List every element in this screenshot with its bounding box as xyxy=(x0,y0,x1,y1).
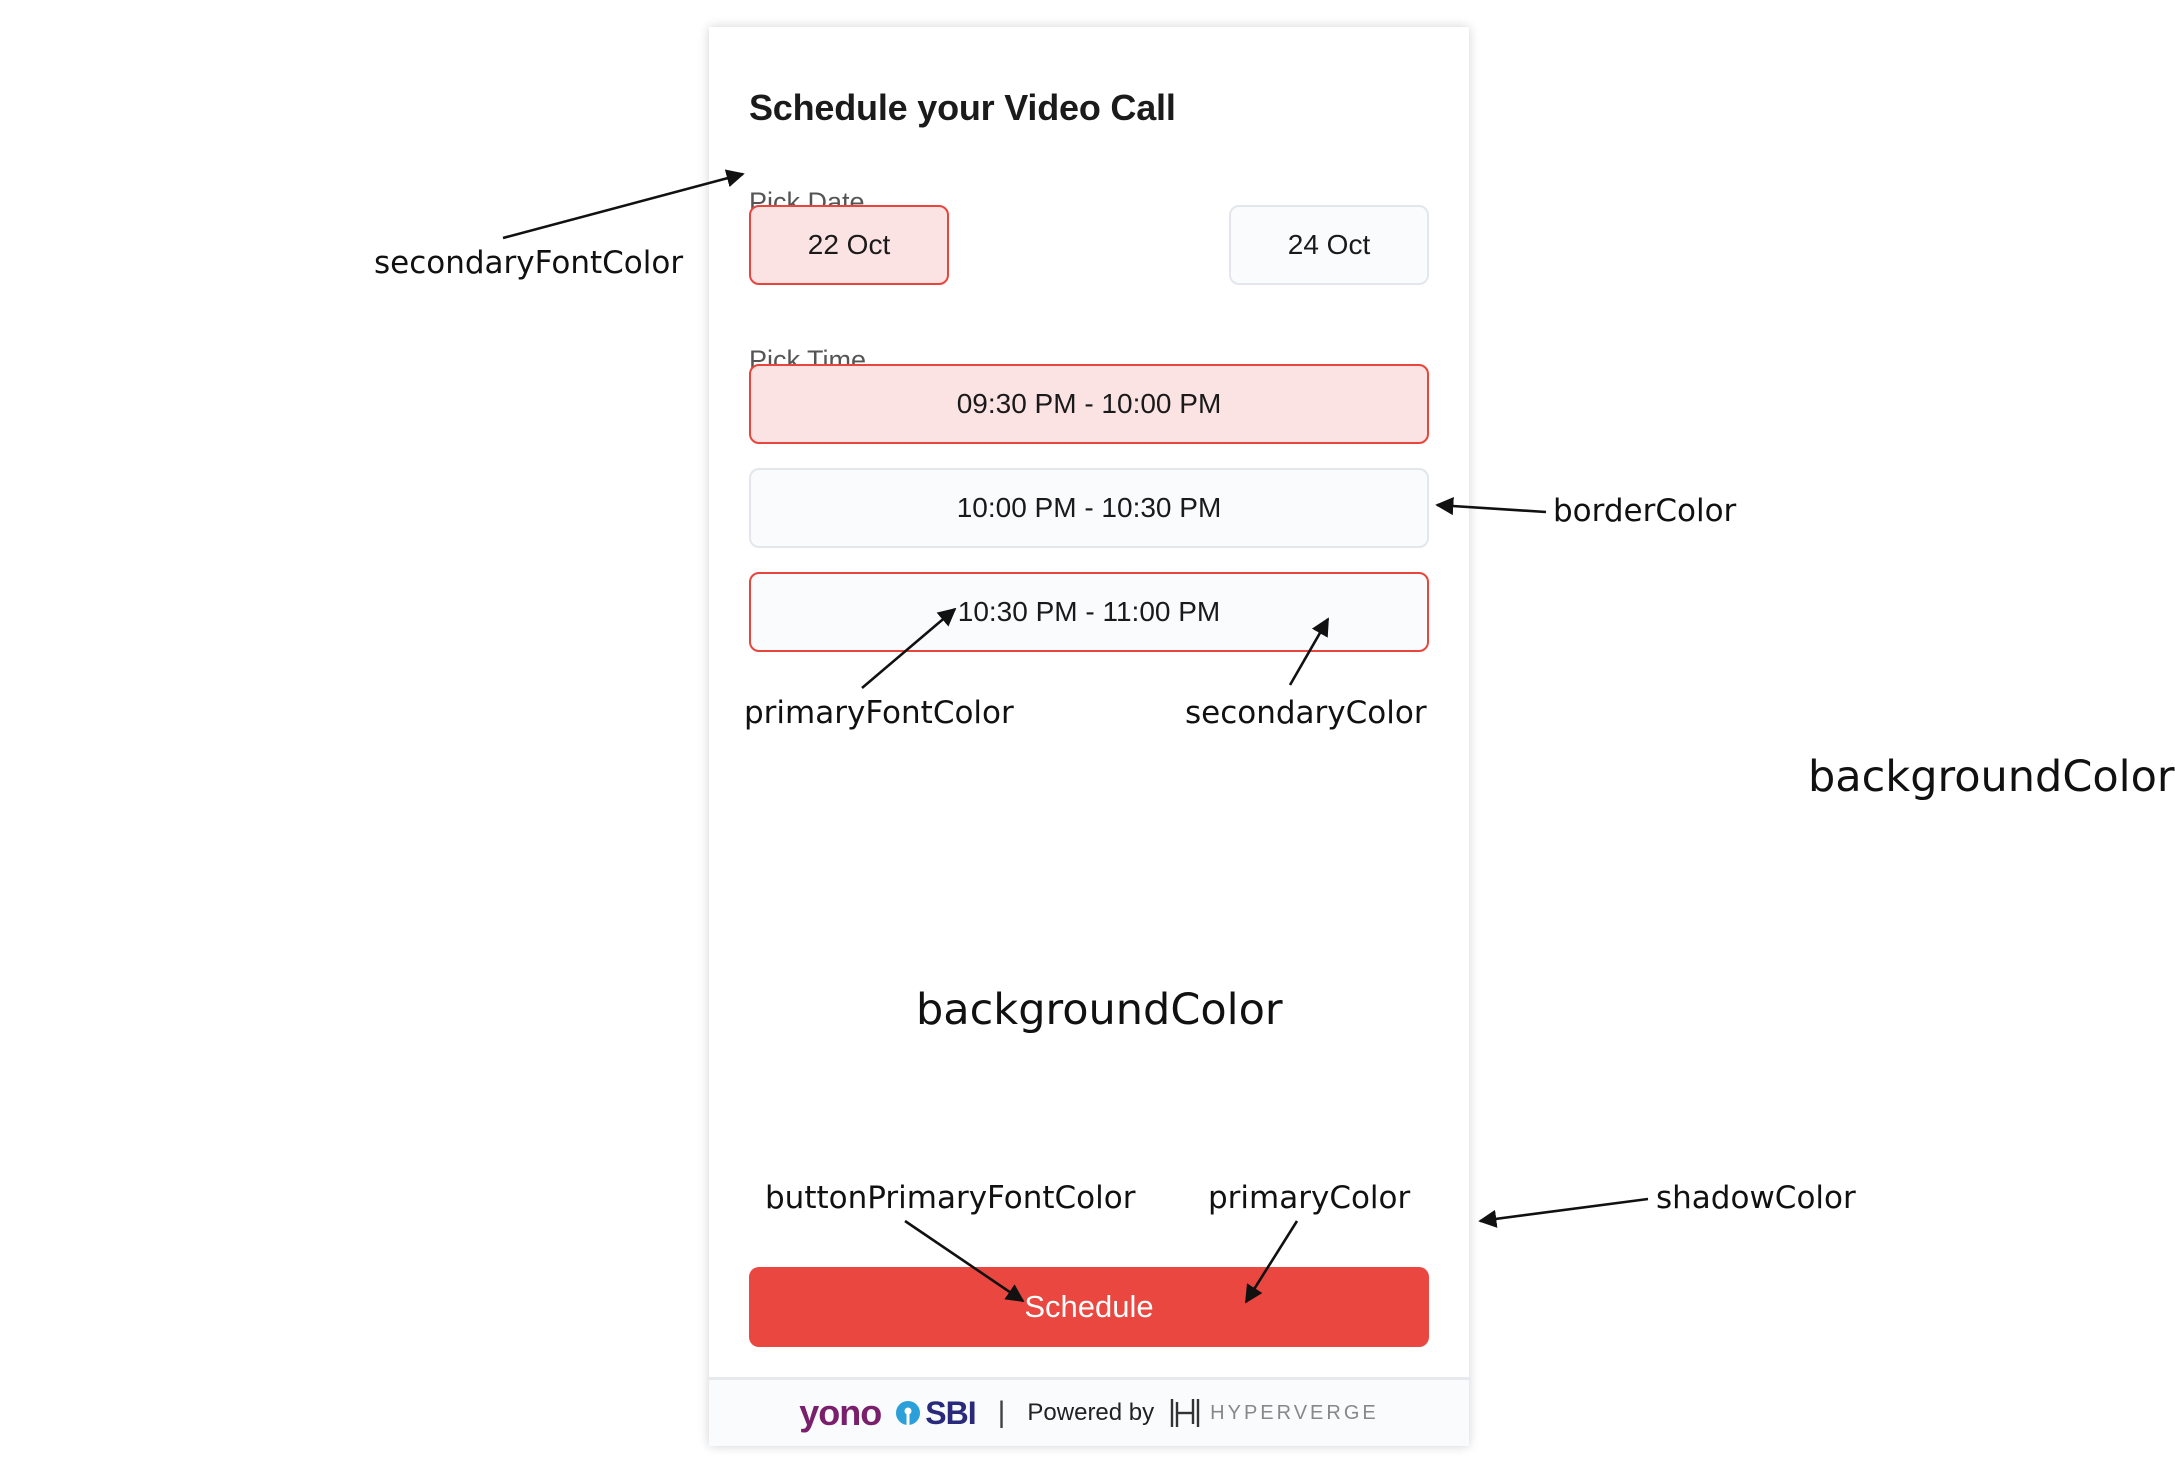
annotation-button-primary-font-color: buttonPrimaryFontColor xyxy=(765,1180,1136,1216)
annotation-secondary-color: secondaryColor xyxy=(1185,695,1427,731)
time-slot-1030[interactable]: 10:30 PM - 11:00 PM xyxy=(749,572,1429,652)
powered-by-text: Powered by xyxy=(1027,1399,1155,1426)
page-title: Schedule your Video Call xyxy=(749,87,1176,128)
sbi-keyhole-icon xyxy=(896,1401,921,1426)
date-chip-22-oct[interactable]: 22 Oct xyxy=(749,205,949,285)
arrow-secondary-font-color xyxy=(502,169,745,240)
schedule-card: Schedule your Video Call Pick Date 22 Oc… xyxy=(709,27,1469,1446)
footer: yono SBI | Powered by HYPERVERGE xyxy=(709,1377,1469,1446)
annotation-background-color-outside: backgroundColor xyxy=(1808,752,2175,802)
annotation-primary-color: primaryColor xyxy=(1208,1180,1411,1216)
annotation-secondary-font-color: secondaryFontColor xyxy=(374,245,684,281)
arrow-shadow-color xyxy=(1478,1197,1649,1228)
schedule-button[interactable]: Schedule xyxy=(749,1267,1429,1347)
annotation-primary-font-color: primaryFontColor xyxy=(744,695,1014,731)
hyperverge-logo: HYPERVERGE xyxy=(1168,1396,1379,1430)
yono-logo: yono xyxy=(799,1392,882,1433)
annotation-shadow-color: shadowColor xyxy=(1656,1180,1856,1216)
annotation-border-color: borderColor xyxy=(1553,493,1737,529)
date-chip-24-oct[interactable]: 24 Oct xyxy=(1229,205,1429,285)
hyperverge-wordmark: HYPERVERGE xyxy=(1210,1401,1379,1424)
time-slot-0930[interactable]: 09:30 PM - 10:00 PM xyxy=(749,364,1429,444)
hyperverge-h-icon xyxy=(1170,1399,1200,1427)
annotation-background-color-inside: backgroundColor xyxy=(916,985,1283,1035)
sbi-logo: SBI xyxy=(895,1394,977,1432)
sbi-wordmark: SBI xyxy=(925,1394,976,1431)
footer-separator: | xyxy=(997,1396,1006,1429)
time-slot-1000[interactable]: 10:00 PM - 10:30 PM xyxy=(749,468,1429,548)
